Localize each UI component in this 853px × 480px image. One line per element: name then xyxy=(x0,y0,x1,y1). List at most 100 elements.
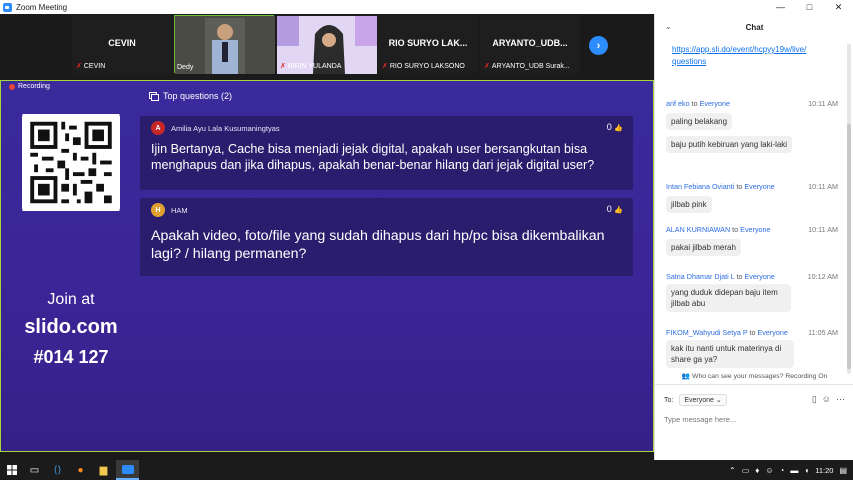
firefox-icon[interactable]: ● xyxy=(69,460,92,480)
message-to-word: to xyxy=(736,182,743,191)
recipient-value: Everyone xyxy=(684,397,714,404)
message-sender: FIKOM_Wahyudi Setya P xyxy=(666,328,748,337)
shared-screen: Recording Join at slido.com #014 127 Top… xyxy=(0,80,654,452)
event-code: #014 127 xyxy=(33,347,109,367)
maximize-button[interactable]: □ xyxy=(795,0,824,14)
recording-label: Recording xyxy=(18,83,50,90)
vscode-icon[interactable]: ⟨⟩ xyxy=(46,460,69,480)
next-participants-button[interactable]: › xyxy=(589,36,608,55)
file-icon[interactable]: ▯ xyxy=(812,394,817,405)
likes-value: 0 xyxy=(606,204,612,214)
windows-logo-icon xyxy=(6,465,17,475)
message-to-word: to xyxy=(749,328,756,337)
emoji-icon[interactable]: ☺ xyxy=(822,394,831,405)
slido-link[interactable]: https://app.sli.do/event/hcpyy19w/live/q… xyxy=(672,44,807,67)
file-explorer-icon[interactable]: ▆ xyxy=(92,460,115,480)
windows-start-icon[interactable] xyxy=(0,460,23,480)
message-sender: ALAN KURNIAWAN xyxy=(666,225,731,234)
minimize-button[interactable]: — xyxy=(766,0,795,14)
zoom-logo-icon xyxy=(3,2,12,12)
top-questions-header: Top questions (2) xyxy=(149,91,232,101)
like-count: 0 👍 xyxy=(607,122,623,132)
participant-tile-dedy[interactable]: Dedy xyxy=(174,15,275,74)
question-card: H HAM 0 👍 Apakah video, foto/file yang s… xyxy=(140,198,633,276)
message-time: 10:12 AM xyxy=(807,272,838,281)
zoom-taskbar-icon[interactable] xyxy=(116,460,139,480)
qr-code-icon xyxy=(22,114,120,211)
participant-name: CEVIN xyxy=(83,62,106,70)
chat-panel: ⌄ Chat https://app.sli.do/event/hcpyy19w… xyxy=(654,14,853,460)
volume-icon[interactable]: ◖ xyxy=(804,466,809,475)
message-bubble: pakai jilbab merah xyxy=(666,239,741,257)
scrollbar-thumb[interactable] xyxy=(847,124,851,369)
privacy-note[interactable]: 👥 Who can see your messages? Recording O… xyxy=(655,372,853,380)
message-bubble: kak itu nanti untuk materinya di share g… xyxy=(666,340,794,369)
chat-title: Chat xyxy=(745,22,764,32)
muted-mic-icon: ✗ xyxy=(484,63,490,70)
message-sender: Intan Febiana Ovianti xyxy=(666,182,735,191)
task-view-icon[interactable]: ▭ xyxy=(23,460,46,480)
participant-display-name: RIO SURYO LAK... xyxy=(388,38,468,48)
microphone-icon[interactable]: ♦ xyxy=(755,466,759,475)
questions-icon xyxy=(149,91,159,101)
chat-message: Satria Dhamar Djati L to Everyone 10:12 … xyxy=(666,272,846,313)
close-button[interactable]: ✕ xyxy=(824,0,853,14)
message-time: 10:11 AM xyxy=(808,225,838,234)
muted-mic-icon: ✗ xyxy=(280,63,286,70)
question-author: Amilia Ayu Lala Kusumaningtyas xyxy=(171,124,280,133)
taskbar: ▭ ⟨⟩ ● ▆ ⌃ ▭ ♦ ☺ ◔ ▬ ◖ 11:20 ▤ xyxy=(0,460,853,480)
question-author: HAM xyxy=(171,206,188,215)
question-text: Ijin Bertanya, Cache bisa menjadi jejak … xyxy=(151,142,595,173)
more-icon[interactable]: ⋯ xyxy=(836,394,845,405)
participant-tile-aryanto[interactable]: ARYANTO_UDB... ✗ ARYANTO_UDB Surak... xyxy=(480,15,580,73)
slido-url: slido.com xyxy=(24,316,118,338)
participant-display-name: ARYANTO_UDB... xyxy=(492,38,568,48)
recording-dot-icon xyxy=(9,83,15,90)
message-sender: Satria Dhamar Djati L xyxy=(666,272,735,281)
chat-message: arif eko to Everyone 10:11 AM paling bel… xyxy=(666,99,846,154)
thumbs-up-icon: 👍 xyxy=(614,207,623,214)
to-label: To: xyxy=(664,396,674,404)
chat-messages[interactable]: https://app.sli.do/event/hcpyy19w/live/q… xyxy=(655,42,847,382)
participant-tile-rio[interactable]: RIO SURYO LAK... ✗ RIO SURYO LAKSONO xyxy=(378,15,478,73)
clock[interactable]: 11:20 xyxy=(815,466,833,475)
notifications-icon[interactable]: ▤ xyxy=(839,466,847,475)
camera-icon[interactable]: ▭ xyxy=(742,466,750,475)
participant-display-name: CEVIN xyxy=(108,38,136,48)
wifi-icon[interactable]: ◔ xyxy=(780,466,785,475)
window-titlebar: Zoom Meeting — □ ✕ xyxy=(0,0,853,14)
message-bubble: yang duduk didepan baju item jilbab abu xyxy=(666,284,791,313)
muted-mic-icon: ✗ xyxy=(382,63,388,70)
system-tray: ⌃ ▭ ♦ ☺ ◔ ▬ ◖ 11:20 ▤ xyxy=(729,460,853,480)
message-to-word: to xyxy=(691,99,698,108)
recording-indicator: Recording xyxy=(9,83,50,90)
thumbs-up-icon: 👍 xyxy=(614,125,623,132)
chat-scrollbar[interactable] xyxy=(847,44,851,374)
chat-message: FIKOM_Wahyudi Setya P to Everyone 11:05 … xyxy=(666,328,846,369)
people-icon[interactable]: ☺ xyxy=(765,466,773,475)
chevron-down-icon: ⌄ xyxy=(715,397,722,404)
divider xyxy=(655,384,853,385)
chat-header: ⌄ Chat xyxy=(655,14,853,40)
battery-icon[interactable]: ▬ xyxy=(790,466,798,475)
chat-message-input[interactable] xyxy=(664,412,844,426)
message-to-word: to xyxy=(736,272,743,281)
question-card: A Amilia Ayu Lala Kusumaningtyas 0 👍 Iji… xyxy=(140,116,633,190)
recipient-select[interactable]: Everyone ⌄ xyxy=(679,394,727,406)
chat-tools: ▯ ☺ ⋯ xyxy=(812,394,845,405)
participant-name: BIRIN YULANDA xyxy=(287,62,342,70)
message-recipient: Everyone xyxy=(740,225,771,234)
avatar: A xyxy=(151,121,165,135)
message-recipient: Everyone xyxy=(757,328,788,337)
participant-tile-cevin[interactable]: CEVIN ✗ CEVIN xyxy=(72,15,172,73)
avatar: H xyxy=(151,203,165,217)
window-title: Zoom Meeting xyxy=(16,2,68,12)
chevron-down-icon[interactable]: ⌄ xyxy=(665,22,672,31)
participant-tile-birin[interactable]: ✗ BIRIN YULANDA xyxy=(276,15,377,74)
participant-name: RIO SURYO LAKSONO xyxy=(389,62,465,70)
message-recipient: Everyone xyxy=(744,182,775,191)
chat-link-message: https://app.sli.do/event/hcpyy19w/live/q… xyxy=(672,44,807,67)
top-questions-label: Top questions (2) xyxy=(163,91,233,101)
chevron-up-icon[interactable]: ⌃ xyxy=(729,466,736,475)
join-label: Join at xyxy=(47,291,95,308)
